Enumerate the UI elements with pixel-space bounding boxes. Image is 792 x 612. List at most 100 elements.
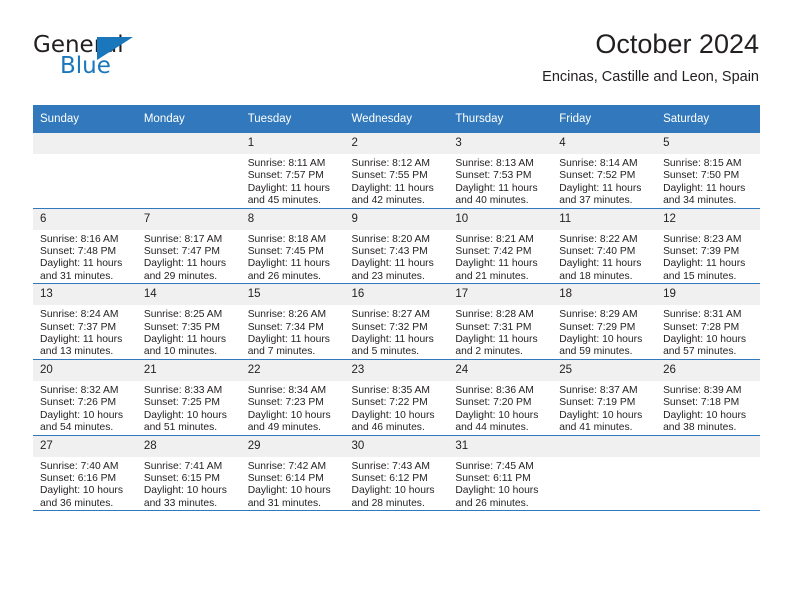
- calendar-day-cell[interactable]: 21 Sunrise: 8:33 AM Sunset: 7:25 PM Dayligh…: [136, 359, 241, 436]
- calendar-day-cell[interactable]: 2 Sunrise: 8:12 AM Sunset: 7:55 PM Daylight…: [344, 133, 449, 209]
- day-daylight2-text: and 46 minutes.: [351, 422, 425, 434]
- day-details: Sunrise: 8:13 AM Sunset: 7:53 PM Daylight:…: [448, 154, 552, 208]
- day-number: 23: [344, 359, 449, 381]
- day-number: 15: [240, 284, 345, 306]
- day-number: 9: [344, 208, 449, 230]
- day-sunrise-text: Sunrise: 7:41 AM: [143, 460, 223, 472]
- calendar-day-cell[interactable]: 4 Sunrise: 8:14 AM Sunset: 7:52 PM Daylight…: [552, 133, 657, 209]
- day-details: Sunrise: 7:41 AM Sunset: 6:15 PM Daylight:…: [137, 457, 241, 511]
- day-sunset-text: Sunset: 7:35 PM: [143, 321, 220, 333]
- weekday-header-tuesday: Tuesday: [240, 105, 345, 133]
- day-cell-inner: 23 Sunrise: 8:35 AM Sunset: 7:22 PM Dayligh…: [344, 359, 449, 435]
- calendar-week-row: 27 Sunrise: 7:40 AM Sunset: 6:16 PM Dayligh…: [33, 435, 760, 512]
- calendar-day-cell[interactable]: 17 Sunrise: 8:28 AM Sunset: 7:31 PM Dayligh…: [448, 283, 553, 360]
- calendar-day-cell[interactable]: 9 Sunrise: 8:20 AM Sunset: 7:43 PM Daylight…: [344, 208, 449, 285]
- day-details: Sunrise: 7:42 AM Sunset: 6:14 PM Daylight:…: [241, 457, 345, 511]
- weekday-header-thursday: Thursday: [448, 105, 553, 133]
- day-details: Sunrise: 8:12 AM Sunset: 7:55 PM Daylight:…: [345, 154, 449, 208]
- calendar-day-cell[interactable]: 24 Sunrise: 8:36 AM Sunset: 7:20 PM Dayligh…: [448, 359, 553, 436]
- calendar-day-cell[interactable]: 19 Sunrise: 8:31 AM Sunset: 7:28 PM Dayligh…: [656, 283, 760, 360]
- day-sunrise-text: Sunrise: 8:20 AM: [351, 233, 430, 245]
- calendar-day-cell[interactable]: 25 Sunrise: 8:37 AM Sunset: 7:19 PM Dayligh…: [552, 359, 657, 436]
- day-daylight2-text: and 34 minutes.: [663, 195, 737, 207]
- calendar-day-cell[interactable]: 12 Sunrise: 8:23 AM Sunset: 7:39 PM Dayligh…: [656, 208, 760, 285]
- day-details: Sunrise: 8:33 AM Sunset: 7:25 PM Daylight:…: [137, 381, 241, 435]
- day-daylight1-text: Daylight: 11 hours: [455, 258, 538, 270]
- day-sunset-text: Sunset: 6:15 PM: [143, 472, 220, 484]
- day-daylight1-text: Daylight: 10 hours: [247, 409, 331, 421]
- day-daylight2-text: and 5 minutes.: [351, 346, 420, 358]
- day-details: Sunrise: 7:45 AM Sunset: 6:11 PM Daylight:…: [448, 457, 552, 511]
- calendar-day-cell[interactable]: 26 Sunrise: 8:39 AM Sunset: 7:18 PM Dayligh…: [656, 359, 760, 436]
- day-daylight1-text: Daylight: 10 hours: [663, 409, 747, 421]
- day-sunset-text: Sunset: 7:31 PM: [455, 321, 532, 333]
- day-number: 5: [656, 133, 760, 154]
- day-sunrise-text: Sunrise: 8:13 AM: [455, 158, 534, 169]
- day-cell-inner: 5 Sunrise: 8:15 AM Sunset: 7:50 PM Daylight…: [656, 133, 760, 208]
- day-daylight2-text: and 33 minutes.: [143, 497, 218, 509]
- day-cell-inner: 18 Sunrise: 8:29 AM Sunset: 7:29 PM Dayligh…: [552, 284, 657, 359]
- calendar-day-cell[interactable]: 14 Sunrise: 8:25 AM Sunset: 7:35 PM Dayligh…: [136, 283, 241, 360]
- day-sunset-text: Sunset: 7:57 PM: [247, 170, 324, 182]
- day-number: 17: [448, 284, 553, 306]
- day-details: Sunrise: 8:28 AM Sunset: 7:31 PM Daylight:…: [448, 305, 552, 359]
- day-daylight2-text: and 36 minutes.: [40, 497, 114, 509]
- calendar-day-cell[interactable]: 13 Sunrise: 8:24 AM Sunset: 7:37 PM Dayligh…: [33, 283, 137, 360]
- calendar-day-cell[interactable]: 10 Sunrise: 8:21 AM Sunset: 7:42 PM Dayligh…: [448, 208, 553, 285]
- calendar-day-cell[interactable]: 18 Sunrise: 8:29 AM Sunset: 7:29 PM Dayligh…: [552, 283, 657, 360]
- day-daylight1-text: Daylight: 11 hours: [247, 182, 330, 194]
- calendar-day-cell[interactable]: 7 Sunrise: 8:17 AM Sunset: 7:47 PM Daylight…: [136, 208, 241, 285]
- day-number: 12: [656, 208, 760, 230]
- calendar-day-cell[interactable]: 8 Sunrise: 8:18 AM Sunset: 7:45 PM Daylight…: [240, 208, 345, 285]
- day-sunrise-text: Sunrise: 8:29 AM: [559, 309, 638, 321]
- day-number: 29: [240, 435, 345, 457]
- calendar-day-cell[interactable]: 22 Sunrise: 8:34 AM Sunset: 7:23 PM Dayligh…: [240, 359, 345, 436]
- calendar-day-cell[interactable]: 16 Sunrise: 8:27 AM Sunset: 7:32 PM Dayligh…: [344, 283, 449, 360]
- day-sunset-text: Sunset: 7:28 PM: [663, 321, 740, 333]
- day-cell-inner: 30 Sunrise: 7:43 AM Sunset: 6:12 PM Dayligh…: [344, 435, 449, 511]
- calendar-day-cell[interactable]: 23 Sunrise: 8:35 AM Sunset: 7:22 PM Dayligh…: [344, 359, 449, 436]
- day-cell-inner: 10 Sunrise: 8:21 AM Sunset: 7:42 PM Dayligh…: [448, 208, 553, 284]
- calendar-day-cell[interactable]: 31 Sunrise: 7:45 AM Sunset: 6:11 PM Dayligh…: [448, 435, 553, 512]
- day-number: 19: [656, 284, 760, 306]
- calendar-day-cell[interactable]: 11 Sunrise: 8:22 AM Sunset: 7:40 PM Dayligh…: [552, 208, 657, 285]
- day-details: Sunrise: 8:25 AM Sunset: 7:35 PM Daylight:…: [137, 305, 241, 359]
- calendar-day-cell[interactable]: 30 Sunrise: 7:43 AM Sunset: 6:12 PM Dayligh…: [344, 435, 449, 512]
- day-cell-inner: 31 Sunrise: 7:45 AM Sunset: 6:11 PM Dayligh…: [448, 435, 553, 511]
- calendar-day-cell[interactable]: 27 Sunrise: 7:40 AM Sunset: 6:16 PM Dayligh…: [33, 435, 137, 512]
- calendar-day-cell[interactable]: 20 Sunrise: 8:32 AM Sunset: 7:26 PM Dayligh…: [33, 359, 137, 436]
- day-daylight2-text: and 51 minutes.: [143, 422, 218, 434]
- day-details: Sunrise: 8:18 AM Sunset: 7:45 PM Daylight:…: [241, 230, 345, 284]
- day-sunrise-text: Sunrise: 8:17 AM: [143, 233, 223, 245]
- day-details: Sunrise: 8:36 AM Sunset: 7:20 PM Daylight:…: [448, 381, 552, 435]
- calendar-day-cell[interactable]: 6 Sunrise: 8:16 AM Sunset: 7:48 PM Daylight…: [33, 208, 137, 285]
- calendar-day-cell-empty: [552, 435, 657, 512]
- day-sunrise-text: Sunrise: 8:21 AM: [455, 233, 534, 245]
- day-sunrise-text: Sunrise: 8:35 AM: [351, 384, 430, 396]
- calendar-body: 1 Sunrise: 8:11 AM Sunset: 7:57 PM Daylight…: [33, 133, 760, 512]
- calendar-day-cell[interactable]: 1 Sunrise: 8:11 AM Sunset: 7:57 PM Daylight…: [240, 133, 345, 209]
- day-daylight2-text: and 59 minutes.: [559, 346, 633, 358]
- day-number: 25: [552, 359, 657, 381]
- day-daylight1-text: Daylight: 11 hours: [663, 258, 746, 270]
- day-daylight2-text: and 29 minutes.: [143, 270, 218, 282]
- day-sunset-text: Sunset: 7:42 PM: [455, 246, 532, 258]
- calendar-day-cell[interactable]: 28 Sunrise: 7:41 AM Sunset: 6:15 PM Dayligh…: [136, 435, 241, 512]
- day-daylight2-text: and 28 minutes.: [351, 497, 425, 509]
- day-daylight1-text: Daylight: 11 hours: [247, 334, 330, 346]
- calendar-day-cell[interactable]: 15 Sunrise: 8:26 AM Sunset: 7:34 PM Dayligh…: [240, 283, 345, 360]
- calendar-day-cell[interactable]: 29 Sunrise: 7:42 AM Sunset: 6:14 PM Dayligh…: [240, 435, 345, 512]
- day-daylight2-text: and 42 minutes.: [351, 195, 425, 207]
- day-number: 1: [240, 133, 345, 154]
- calendar-day-cell[interactable]: 5 Sunrise: 8:15 AM Sunset: 7:50 PM Daylight…: [656, 133, 760, 209]
- calendar-day-cell-empty: [656, 435, 760, 512]
- day-number: 30: [344, 435, 449, 457]
- day-sunset-text: Sunset: 7:34 PM: [247, 321, 324, 333]
- day-number: 31: [448, 435, 553, 457]
- day-number: 21: [136, 359, 241, 381]
- day-cell-inner: 24 Sunrise: 8:36 AM Sunset: 7:20 PM Dayligh…: [448, 359, 553, 435]
- calendar-day-cell[interactable]: 3 Sunrise: 8:13 AM Sunset: 7:53 PM Daylight…: [448, 133, 553, 209]
- day-details: Sunrise: 8:39 AM Sunset: 7:18 PM Daylight:…: [656, 381, 760, 435]
- day-details: Sunrise: 8:21 AM Sunset: 7:42 PM Daylight:…: [448, 230, 552, 284]
- day-daylight1-text: Daylight: 10 hours: [143, 485, 227, 497]
